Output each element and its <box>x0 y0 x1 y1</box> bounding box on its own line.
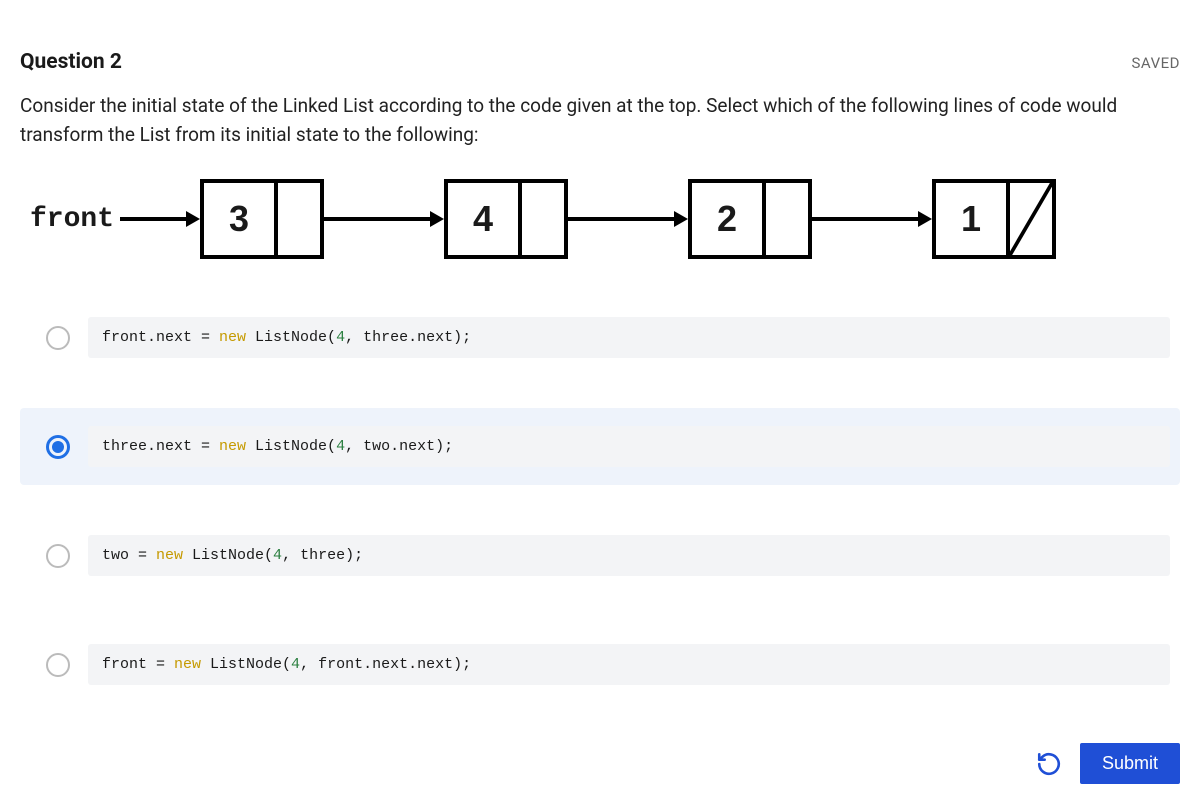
list-node: 4 <box>444 179 568 259</box>
node-next-pointer <box>518 183 564 255</box>
arrow-icon <box>120 204 200 234</box>
list-node: 2 <box>688 179 812 259</box>
code-snippet: two = new ListNode(4, three); <box>88 535 1170 576</box>
answer-option[interactable]: two = new ListNode(4, three); <box>20 517 1180 594</box>
reset-icon[interactable] <box>1036 751 1062 777</box>
radio-button[interactable] <box>46 435 70 459</box>
submit-button[interactable]: Submit <box>1080 743 1180 784</box>
arrow-icon <box>812 204 932 234</box>
node-value: 4 <box>448 183 518 255</box>
node-value: 3 <box>204 183 274 255</box>
radio-button[interactable] <box>46 544 70 568</box>
code-snippet: front = new ListNode(4, front.next.next)… <box>88 644 1170 685</box>
node-value: 2 <box>692 183 762 255</box>
list-node: 1 <box>932 179 1056 259</box>
code-snippet: front.next = new ListNode(4, three.next)… <box>88 317 1170 358</box>
node-value: 1 <box>936 183 1006 255</box>
node-next-pointer <box>762 183 808 255</box>
front-label: front <box>30 204 114 235</box>
linked-list-diagram: front 3 4 2 1 <box>30 179 1170 259</box>
code-snippet: three.next = new ListNode(4, two.next); <box>88 426 1170 467</box>
question-title: Question 2 <box>20 50 122 74</box>
arrow-icon <box>568 204 688 234</box>
answer-option[interactable]: front.next = new ListNode(4, three.next)… <box>20 299 1180 376</box>
answer-option[interactable]: front = new ListNode(4, front.next.next)… <box>20 626 1180 703</box>
node-next-pointer <box>274 183 320 255</box>
radio-button[interactable] <box>46 326 70 350</box>
question-prompt: Consider the initial state of the Linked… <box>20 92 1180 149</box>
answer-option[interactable]: three.next = new ListNode(4, two.next); <box>20 408 1180 485</box>
radio-button[interactable] <box>46 653 70 677</box>
node-next-pointer <box>1006 183 1052 255</box>
arrow-icon <box>324 204 444 234</box>
list-node: 3 <box>200 179 324 259</box>
save-status: SAVED <box>1132 54 1180 72</box>
